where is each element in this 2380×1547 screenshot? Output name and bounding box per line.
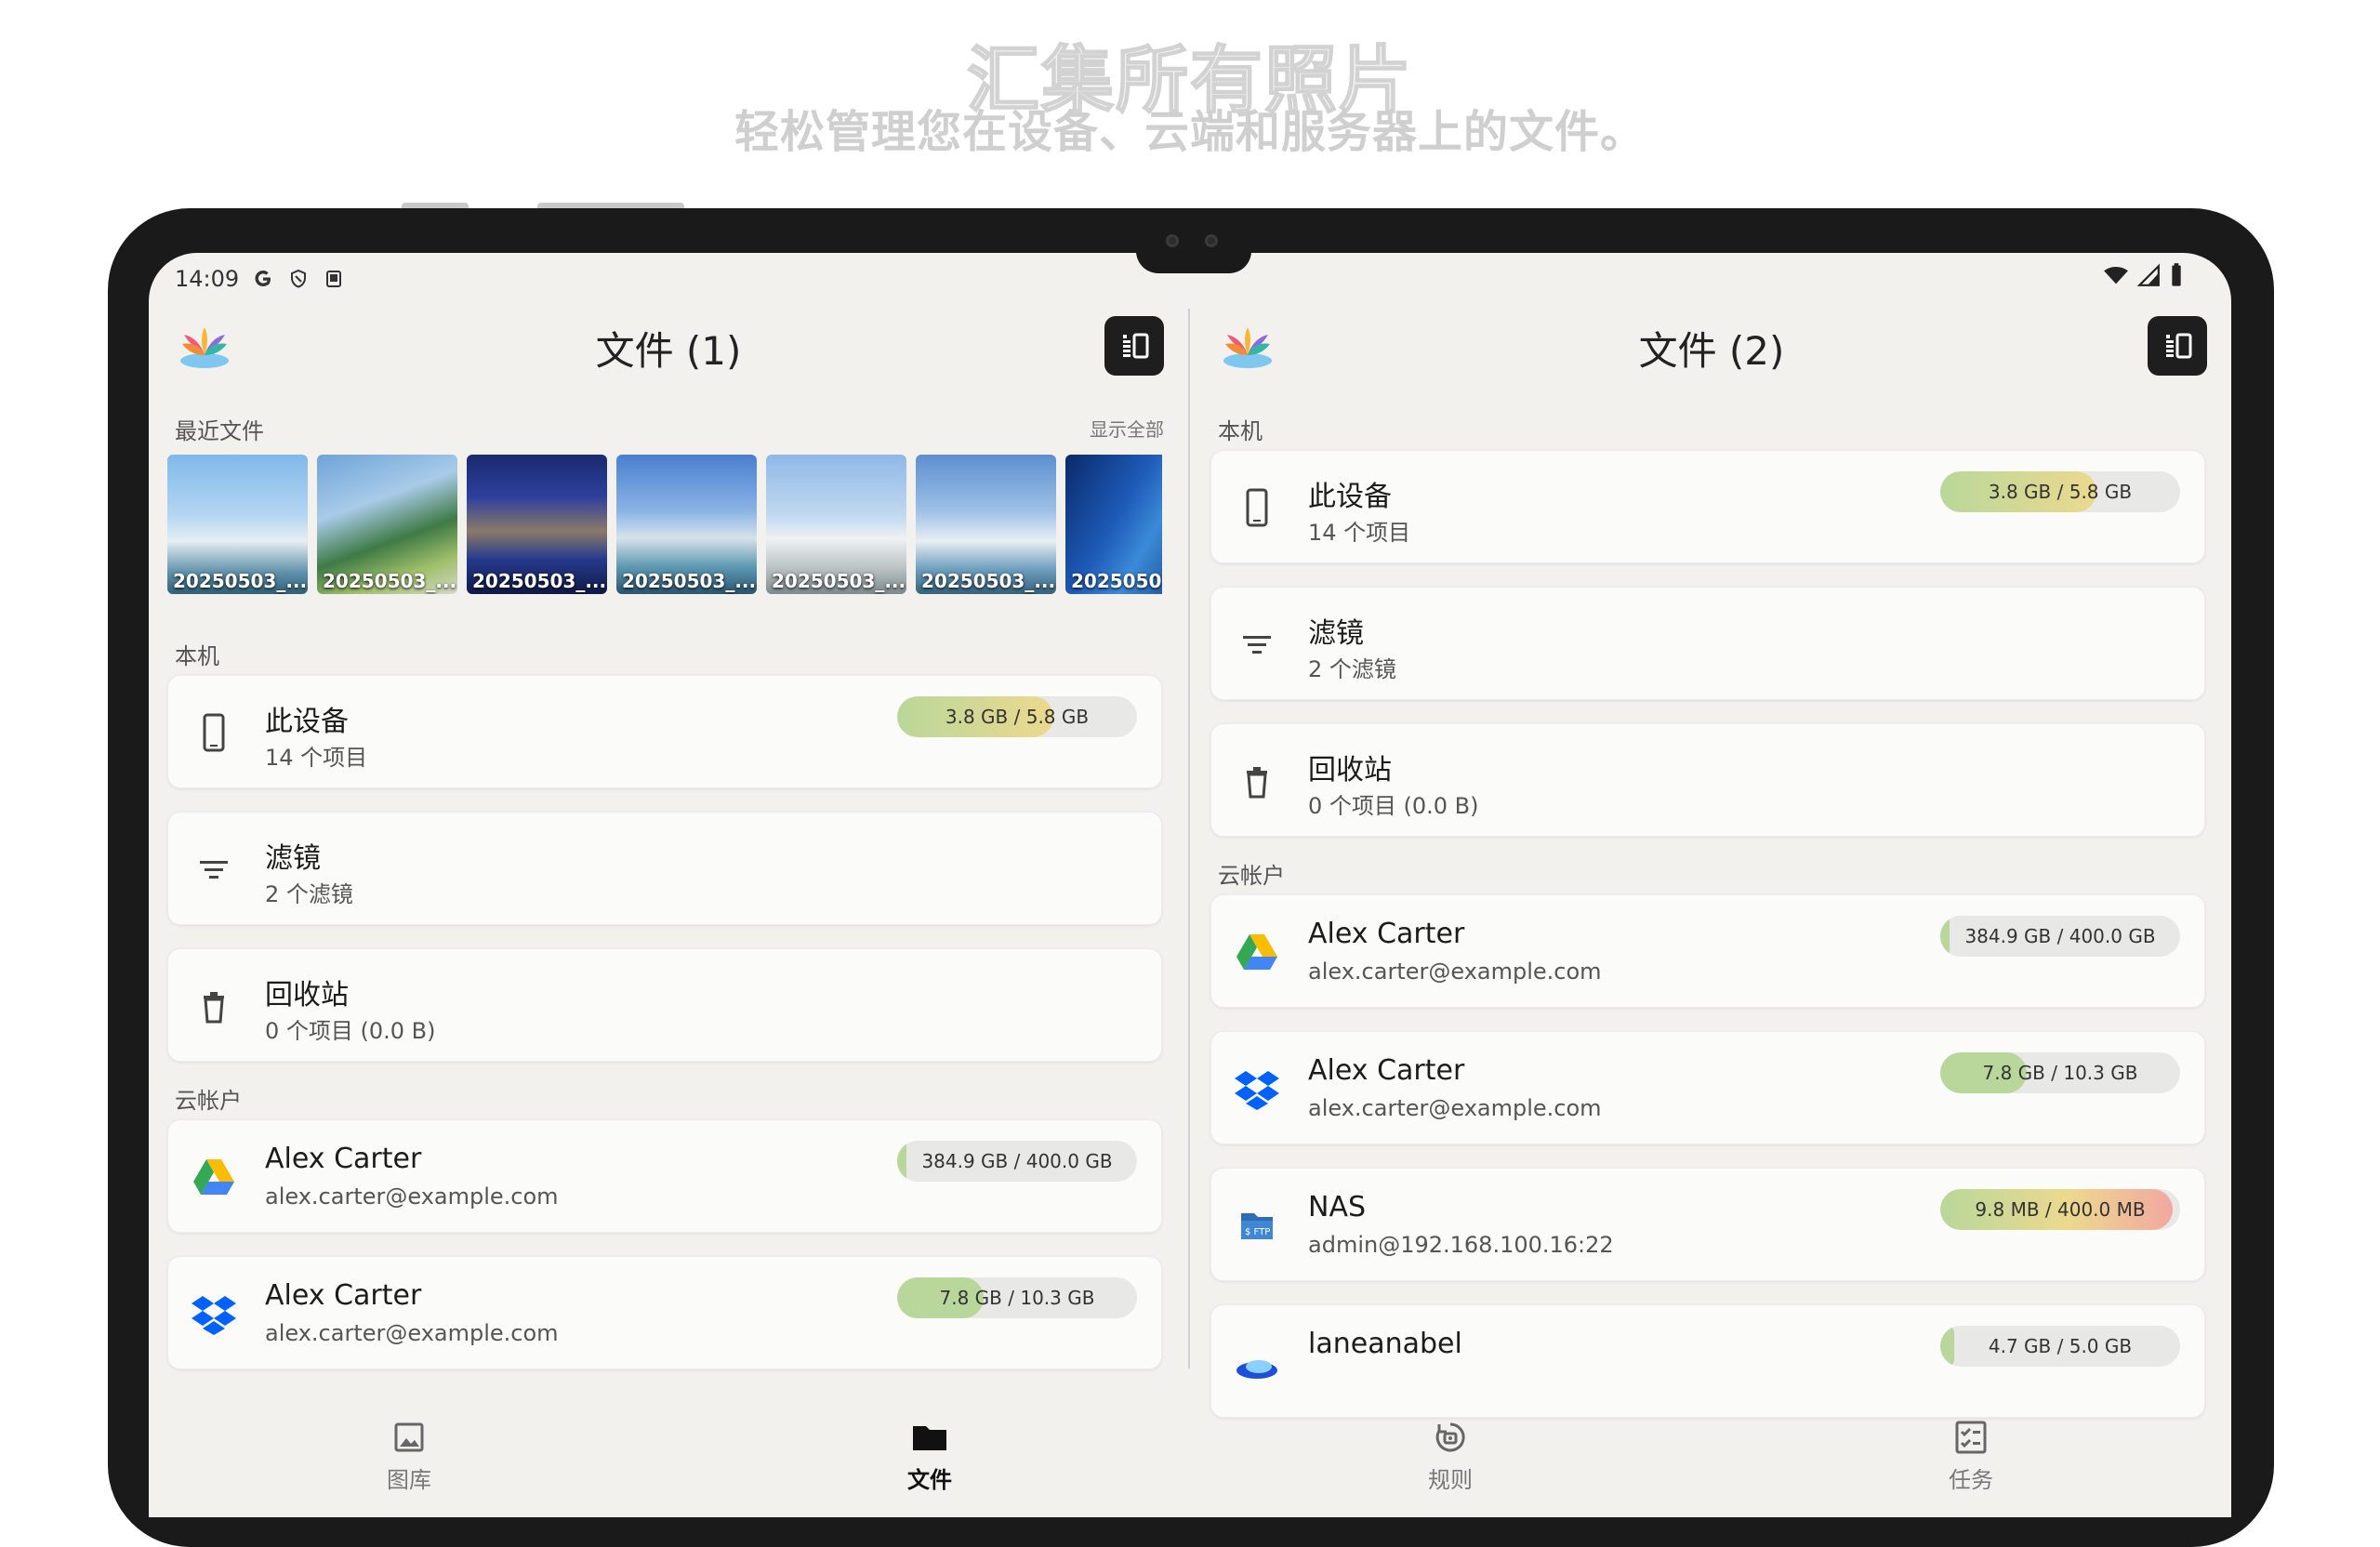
cloud-account-card[interactable]: laneanabel 4.7 GB / 5.0 GB [1210, 1304, 2205, 1418]
google-drive-icon [193, 1159, 234, 1195]
storage-quota: 9.8 MB / 400.0 MB [1940, 1189, 2180, 1230]
storage-quota: 384.9 GB / 400.0 GB [897, 1141, 1137, 1182]
folder-icon [913, 1426, 946, 1450]
cloud-section-label: 云帐户 [1218, 863, 1285, 889]
trash-icon [1247, 767, 1267, 799]
signal-icon [2136, 263, 2160, 286]
cloud-account-card[interactable]: Alex Carter alex.carter@example.com 384.… [167, 1119, 1162, 1233]
tablet-screen: 14:09 文件 (1) 最近文件 显示全部 20250503_... 2025… [149, 253, 2231, 1517]
nav-rules[interactable]: 规则 [1190, 1406, 1711, 1517]
shield-icon [291, 269, 307, 288]
google-icon [255, 271, 271, 286]
nav-gallery[interactable]: 图库 [149, 1406, 669, 1517]
recent-thumbnail[interactable]: 20250503_... [467, 455, 607, 594]
recent-thumbnail[interactable]: 20250503_... [766, 455, 906, 594]
tasks-icon [1955, 1421, 1987, 1454]
filters-card[interactable]: 滤镜 2 个滤镜 [167, 812, 1162, 925]
screen-icon [326, 271, 342, 287]
server-account-card[interactable]: $ FTP NAS admin@192.168.100.16:22 9.8 MB… [1210, 1168, 2205, 1281]
filter-icon [1243, 636, 1271, 654]
phone-icon [1246, 488, 1268, 527]
split-view-icon [1123, 333, 1149, 359]
local-section-label: 本机 [1218, 418, 1263, 444]
status-time: 14:09 [175, 266, 240, 292]
storage-quota: 4.7 GB / 5.0 GB [1940, 1326, 2180, 1367]
gallery-icon [394, 1422, 424, 1452]
local-section-label: 本机 [175, 643, 219, 669]
recent-thumbnail[interactable]: 20250503_... [317, 455, 457, 594]
bottom-navigation: 图库 文件 规则 任务 [149, 1406, 2231, 1517]
cloud-section-label: 云帐户 [175, 1088, 242, 1114]
recent-files-label: 最近文件 [175, 418, 264, 444]
trash-card[interactable]: 回收站 0 个项目 (0.0 B) [167, 948, 1162, 1062]
front-camera [1166, 234, 1179, 247]
storage-quota: 384.9 GB / 400.0 GB [1940, 916, 2180, 957]
storage-quota: 3.8 GB / 5.8 GB [897, 696, 1137, 737]
front-sensor [1205, 234, 1218, 247]
sftp-icon: $ FTP [1241, 1213, 1273, 1239]
wifi-icon [2104, 266, 2128, 284]
recent-files-strip[interactable]: 20250503_... 20250503_... 20250503_... 2… [167, 455, 1162, 594]
show-all-link[interactable]: 显示全部 [1090, 415, 1164, 442]
local-device-card[interactable]: 此设备 14 个项目 3.8 GB / 5.8 GB [167, 675, 1162, 788]
nav-files[interactable]: 文件 [669, 1406, 1190, 1517]
page-title: 文件 (2) [1638, 328, 1785, 374]
trash-card[interactable]: 回收站 0 个项目 (0.0 B) [1210, 723, 2205, 837]
google-drive-icon [1236, 934, 1277, 970]
split-view-icon [2166, 333, 2192, 359]
nav-tasks[interactable]: 任务 [1711, 1406, 2231, 1517]
trash-icon [204, 992, 224, 1024]
pane-divider[interactable] [1188, 309, 1190, 1368]
promo-subtitle: 轻松管理您在设备、云端和服务器上的文件。 [734, 106, 1646, 158]
status-right [2103, 262, 2185, 288]
split-view-button[interactable] [2148, 316, 2207, 376]
filters-card[interactable]: 滤镜 2 个滤镜 [1210, 587, 2205, 700]
storage-quota: 7.8 GB / 10.3 GB [1940, 1052, 2180, 1093]
battery-icon [2172, 263, 2181, 286]
recent-thumbnail[interactable]: 20250503_... [167, 455, 308, 594]
cloud-icon [1236, 1360, 1277, 1379]
cloud-account-card[interactable]: Alex Carter alex.carter@example.com 384.… [1210, 894, 2205, 1008]
recent-thumbnail[interactable]: 20250503_... [916, 455, 1056, 594]
filter-icon [200, 861, 228, 879]
dropbox-icon [1235, 1071, 1279, 1110]
files-pane-left: 文件 (1) 最近文件 显示全部 20250503_... 20250503_.… [149, 299, 1188, 1387]
status-bar: 14:09 [175, 260, 345, 298]
files-pane-right: 文件 (2) 本机 此设备 14 个项目 3.8 GB / 5.8 GB 滤镜 … [1192, 299, 2231, 1418]
storage-quota: 7.8 GB / 10.3 GB [897, 1277, 1137, 1318]
app-bar-left: 文件 (1) [149, 299, 1188, 392]
recent-thumbnail[interactable]: 2025050 [1065, 455, 1162, 594]
storage-quota: 3.8 GB / 5.8 GB [1940, 471, 2180, 512]
rules-icon [1435, 1422, 1465, 1452]
split-view-button[interactable] [1104, 316, 1164, 376]
phone-icon [203, 713, 225, 752]
page-title: 文件 (1) [595, 328, 742, 374]
svg-text:$ FTP: $ FTP [1245, 1227, 1270, 1237]
app-bar-right: 文件 (2) [1192, 299, 2231, 392]
recent-thumbnail[interactable]: 20250503_... [616, 455, 757, 594]
cloud-account-card[interactable]: Alex Carter alex.carter@example.com 7.8 … [167, 1256, 1162, 1369]
camera-notch [1136, 251, 1251, 273]
local-device-card[interactable]: 此设备 14 个项目 3.8 GB / 5.8 GB [1210, 450, 2205, 563]
cloud-account-card[interactable]: Alex Carter alex.carter@example.com 7.8 … [1210, 1031, 2205, 1144]
dropbox-icon [192, 1296, 236, 1335]
